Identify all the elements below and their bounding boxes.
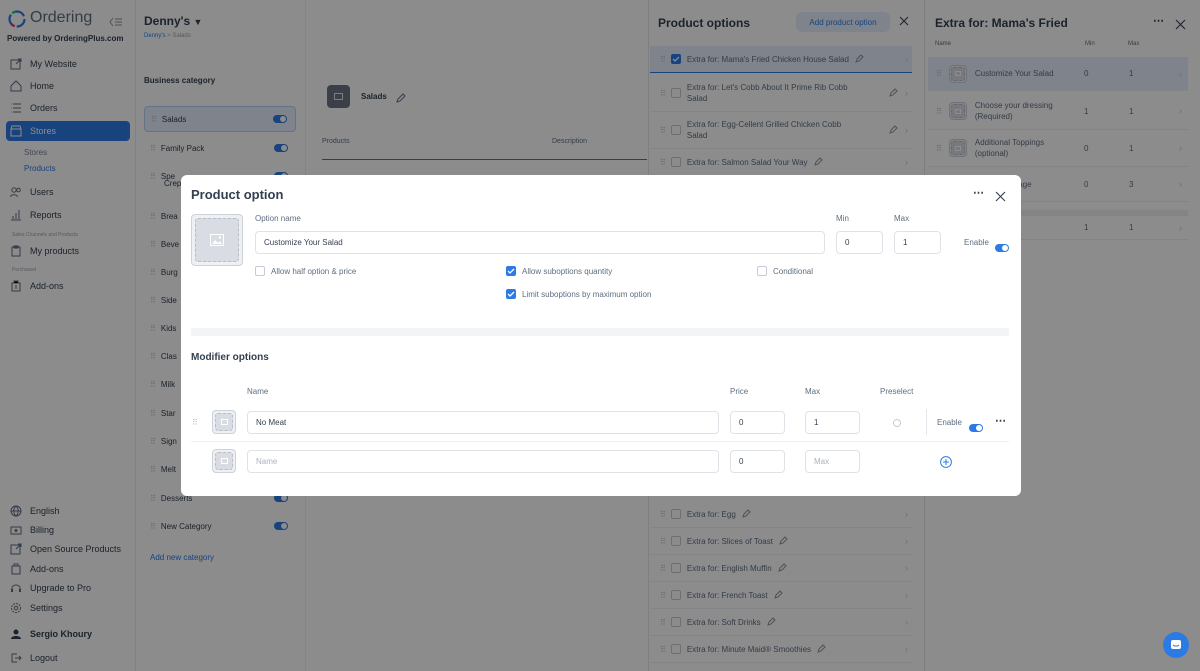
min-input[interactable]: 0 (836, 231, 883, 254)
chat-support-icon[interactable] (1163, 632, 1189, 658)
new-modifier-max-input[interactable]: Max (805, 450, 860, 473)
modifier-enable-label: Enable (937, 418, 962, 427)
drag-handle-icon[interactable]: ⠿ (192, 418, 198, 427)
checkbox-label: Conditional (773, 266, 814, 276)
checkbox-checked[interactable] (506, 289, 516, 299)
close-icon[interactable] (995, 189, 1006, 202)
column-name: Name (247, 387, 269, 396)
enable-label: Enable (964, 238, 989, 247)
conditional-option[interactable]: Conditional (757, 266, 813, 276)
checkbox-label: Allow half option & price (271, 266, 357, 276)
checkbox-label: Limit suboptions by maximum option (522, 289, 652, 299)
preselect-radio[interactable] (893, 419, 901, 427)
option-name-input[interactable]: Customize Your Salad (255, 231, 825, 254)
allow-half-option[interactable]: Allow half option & price (255, 266, 356, 276)
more-options-icon[interactable]: ⋯ (973, 186, 984, 199)
product-option-modal: Product option ⋯ Option name Customize Y… (181, 175, 1021, 496)
row-divider (191, 441, 1009, 442)
modifier-price-input[interactable]: 0 (730, 411, 785, 434)
modifier-max-input[interactable]: 1 (805, 411, 860, 434)
limit-suboptions[interactable]: Limit suboptions by maximum option (506, 289, 651, 299)
modifier-options-title: Modifier options (191, 352, 269, 363)
modifier-image[interactable] (212, 449, 236, 473)
modifier-enable-toggle[interactable] (969, 419, 983, 437)
modal-title: Product option (191, 187, 284, 202)
enable-toggle[interactable] (995, 239, 1009, 257)
min-label: Min (836, 214, 849, 223)
more-options-icon[interactable]: ⋯ (995, 414, 1006, 427)
image-placeholder-icon (195, 218, 239, 262)
column-max: Max (805, 387, 821, 396)
modifier-image[interactable] (212, 410, 236, 434)
checkbox-checked[interactable] (506, 266, 516, 276)
column-price: Price (730, 387, 749, 396)
max-label: Max (894, 214, 910, 223)
max-input[interactable]: 1 (894, 231, 941, 254)
option-name-label: Option name (255, 214, 301, 223)
new-modifier-name-input[interactable]: Name (247, 450, 719, 473)
modifier-name-input[interactable]: No Meat (247, 411, 719, 434)
section-divider (191, 328, 1009, 336)
checkbox[interactable] (757, 266, 767, 276)
checkbox-label: Allow suboptions quantity (522, 266, 613, 276)
option-image-upload[interactable] (191, 214, 243, 266)
allow-suboptions-quantity[interactable]: Allow suboptions quantity (506, 266, 612, 276)
divider (926, 409, 927, 435)
new-modifier-price-input[interactable]: 0 (730, 450, 785, 473)
column-preselect: Preselect (880, 387, 914, 396)
add-modifier-icon[interactable] (940, 455, 952, 468)
checkbox[interactable] (255, 266, 265, 276)
